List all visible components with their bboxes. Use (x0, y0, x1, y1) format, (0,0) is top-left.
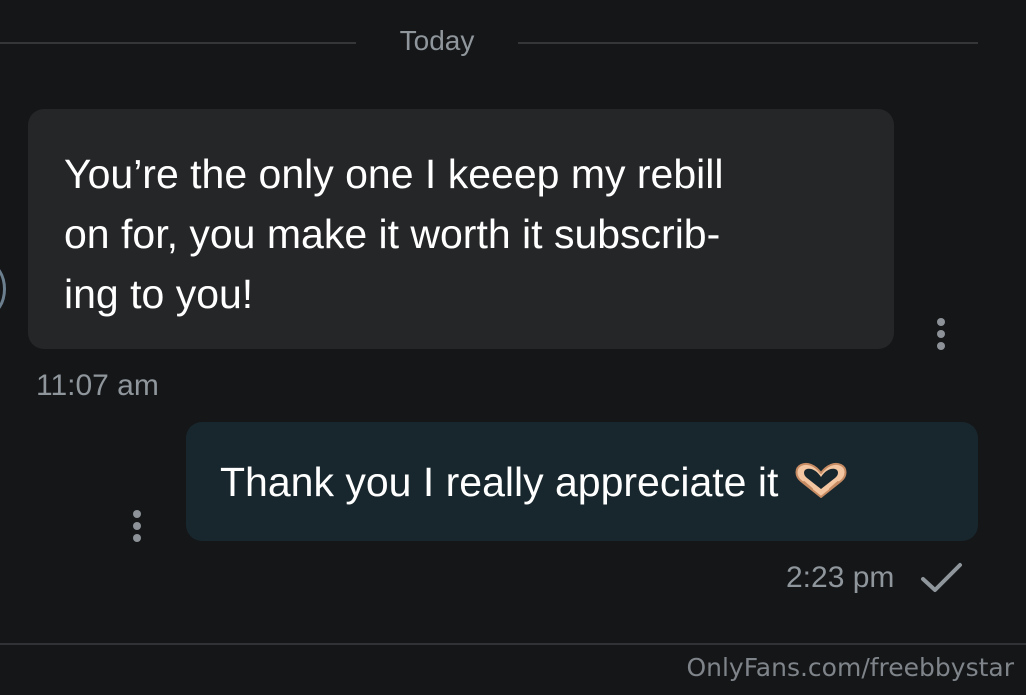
message-text-line: ing to you! (64, 271, 254, 317)
message-timestamp: 11:07 am (36, 369, 159, 402)
message-text-line: on for, you make it worth it subscrib- (64, 211, 721, 257)
outgoing-message-bubble[interactable]: Thank you I really appreciate it (186, 422, 978, 541)
more-vertical-icon[interactable] (128, 510, 146, 550)
message-text: Thank you I really appreciate it (220, 459, 779, 505)
message-timestamp: 2:23 pm (786, 561, 895, 594)
check-icon (921, 563, 962, 592)
divider-line-left (0, 42, 356, 44)
more-vertical-icon[interactable] (932, 318, 950, 358)
avatar[interactable] (0, 263, 6, 315)
date-divider: Today (0, 20, 1026, 64)
message-text-line: You’re the only one I keeep my rebill (64, 151, 724, 197)
composer-divider (0, 643, 1026, 645)
divider-line-right (518, 42, 978, 44)
heart-hands-emoji-icon (792, 456, 850, 516)
incoming-message-bubble[interactable]: You’re the only one I keeep my rebill on… (28, 109, 894, 349)
chat-screen: Today You’re the only one I keeep my reb… (0, 0, 1026, 695)
date-label: Today (399, 25, 475, 56)
watermark: OnlyFans.com/freebbystar (686, 653, 1014, 682)
